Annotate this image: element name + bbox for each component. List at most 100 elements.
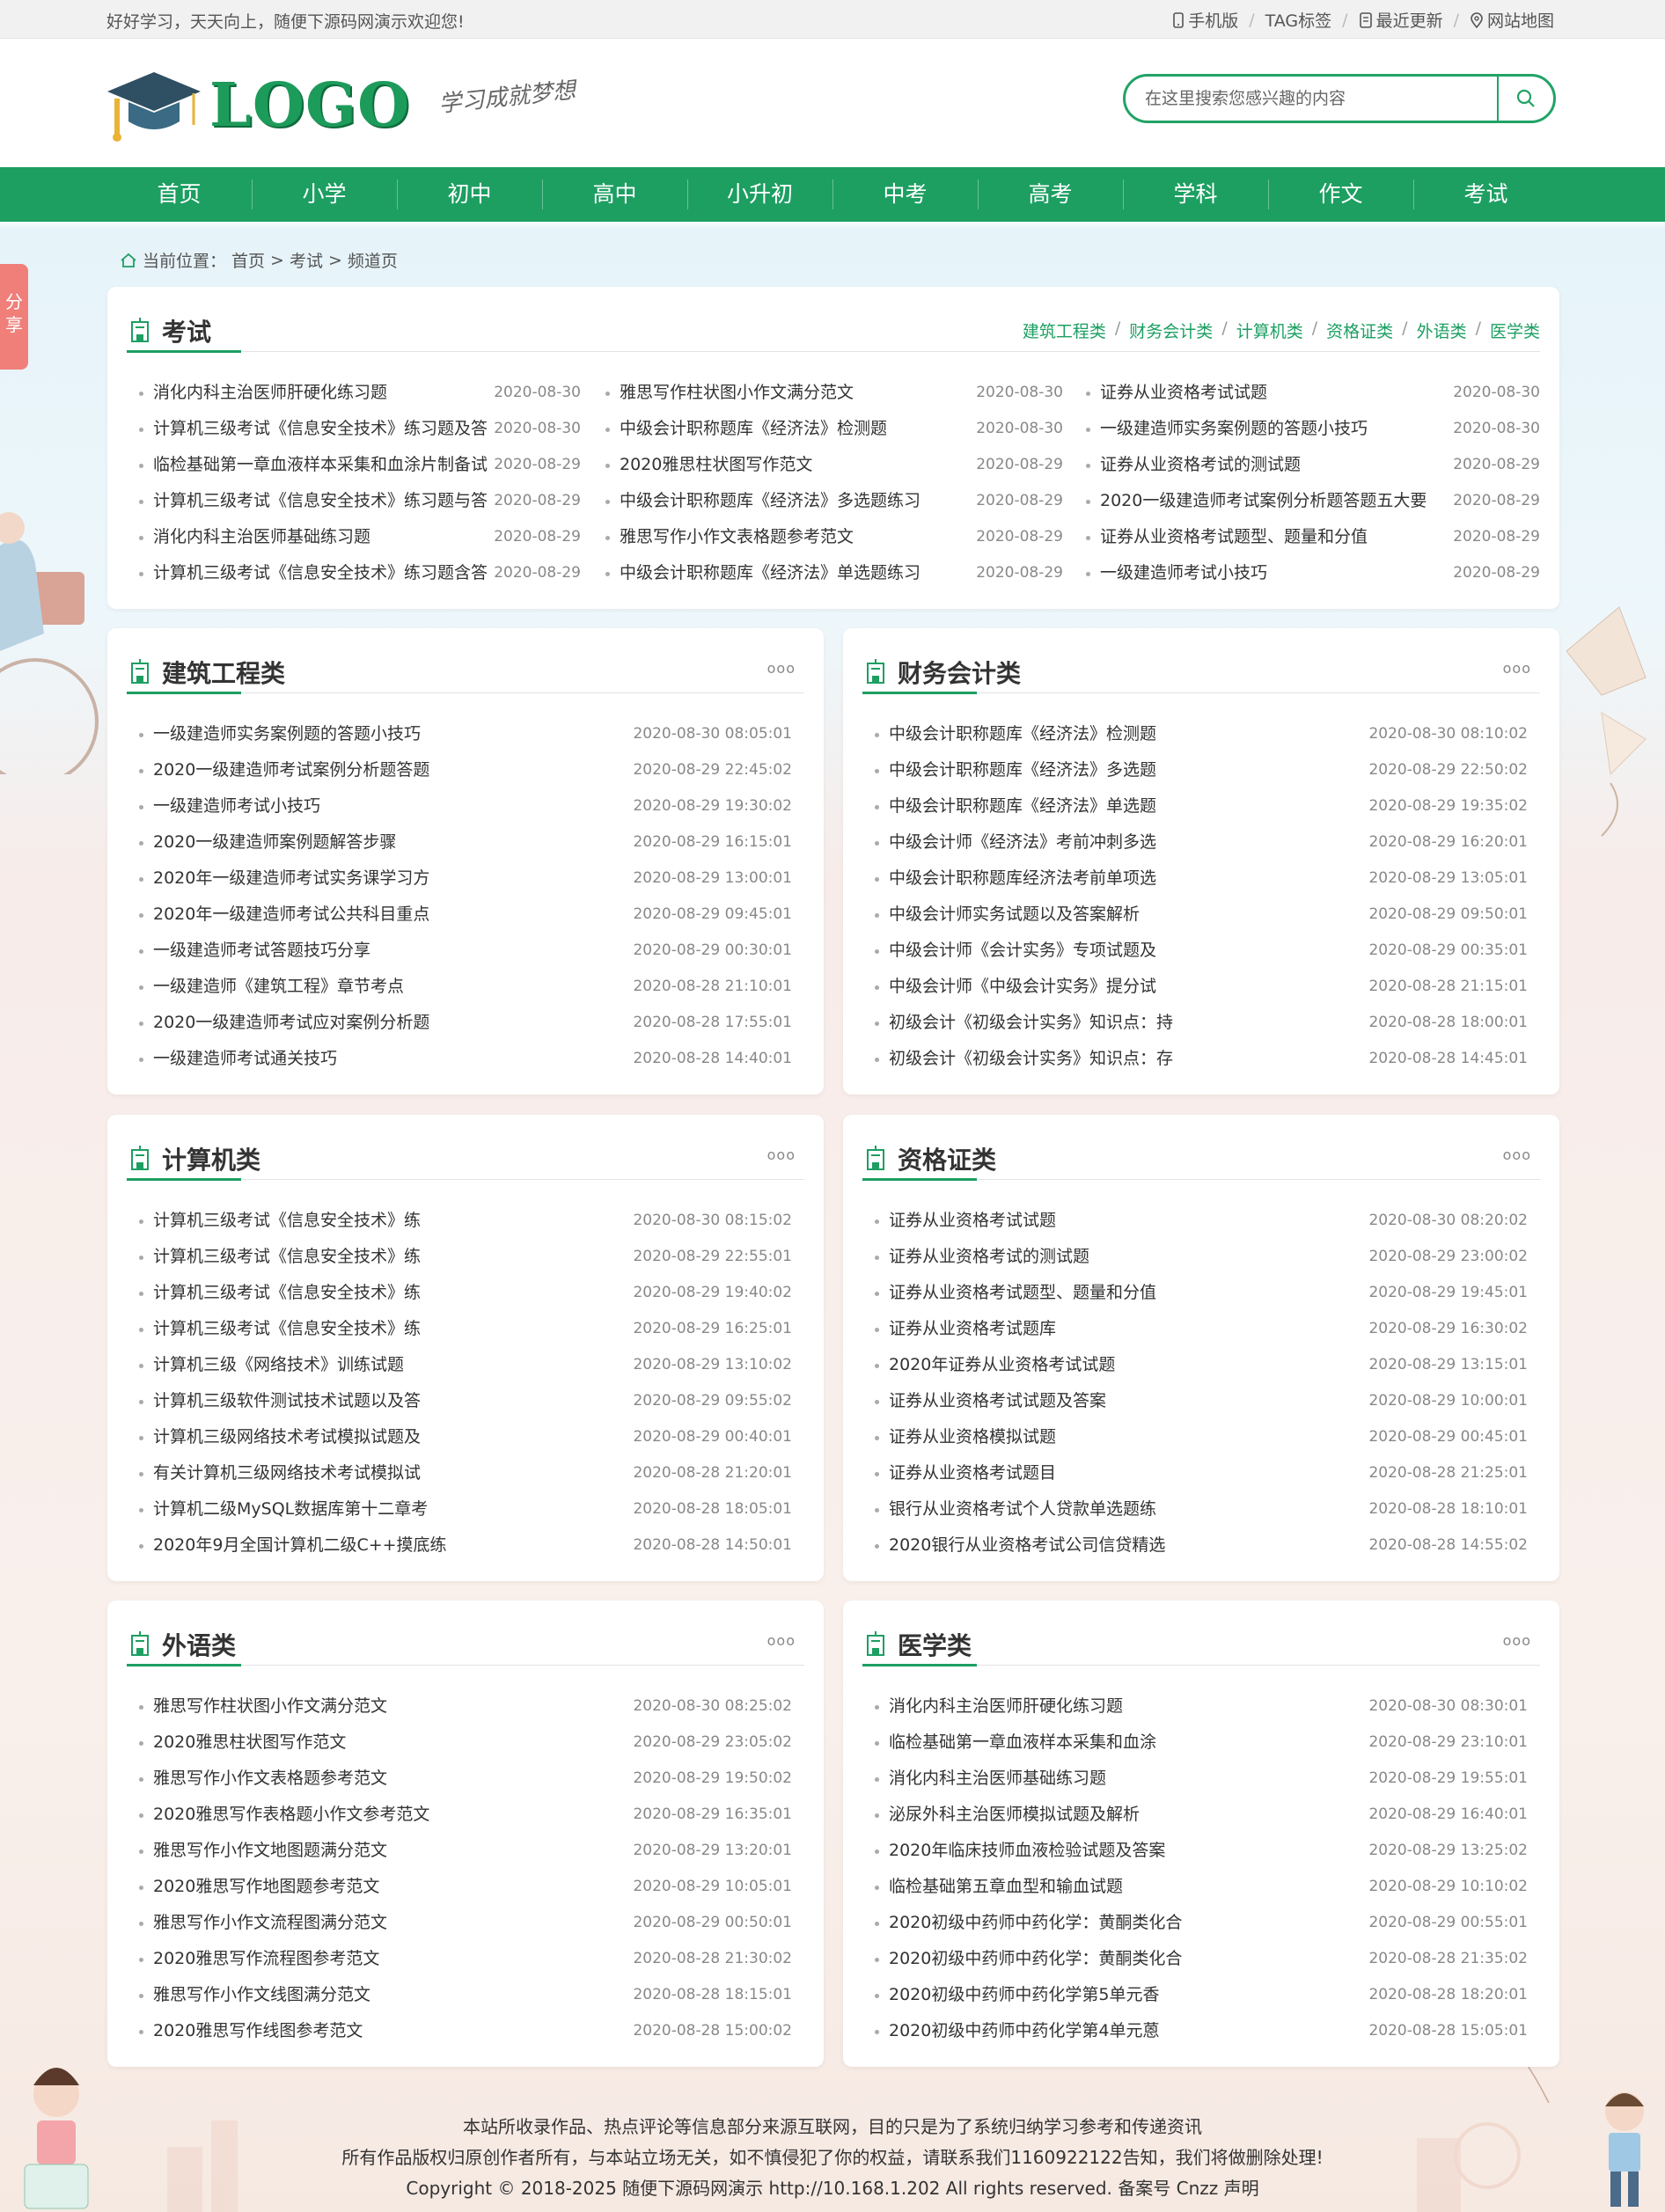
list-item[interactable]: 2020年一级建造师考试公共科目重点 2020-08-29 09:45:01 xyxy=(139,897,792,933)
list-item[interactable]: 计算机三级考试《信息安全技术》练 2020-08-29 22:55:01 xyxy=(139,1239,792,1275)
list-item[interactable]: 计算机二级MySQL数据库第十二章考 2020-08-28 18:05:01 xyxy=(139,1491,792,1527)
subcat-certification[interactable]: 资格证类 xyxy=(1326,319,1393,342)
list-item[interactable]: 2020一级建造师考试应对案例分析题 2020-08-28 17:55:01 xyxy=(139,1005,792,1041)
list-item[interactable]: 有关计算机三级网络技术考试模拟试 2020-08-28 21:20:01 xyxy=(139,1455,792,1491)
list-item-title[interactable]: 有关计算机三级网络技术考试模拟试 xyxy=(153,1455,421,1491)
list-item[interactable]: 2020年9月全国计算机二级C++摸底练 2020-08-28 14:50:01 xyxy=(139,1527,792,1564)
box-title[interactable]: 建筑工程类 xyxy=(162,655,285,690)
list-item[interactable]: 中级会计师《中级会计实务》提分试 2020-08-28 21:15:01 xyxy=(875,969,1528,1005)
list-item[interactable]: 计算机三级考试《信息安全技术》练 2020-08-29 19:40:02 xyxy=(139,1275,792,1311)
list-item-title[interactable]: 中级会计师《中级会计实务》提分试 xyxy=(889,969,1156,1005)
list-item[interactable]: 证券从业资格考试题型、题量和分值 2020-08-29 19:45:01 xyxy=(875,1275,1528,1311)
list-item-title[interactable]: 计算机三级考试《信息安全技术》练习题含答 xyxy=(153,555,488,591)
list-item[interactable]: 一级建造师考试通关技巧 2020-08-28 14:40:01 xyxy=(139,1041,792,1077)
box-title[interactable]: 资格证类 xyxy=(898,1141,996,1176)
more-button[interactable]: ooo xyxy=(767,660,796,677)
tag-link[interactable]: TAG标签 xyxy=(1265,8,1332,32)
list-item-title[interactable]: 计算机三级网络技术考试模拟试题及 xyxy=(153,1419,421,1455)
list-item-title[interactable]: 消化内科主治医师基础练习题 xyxy=(153,519,370,555)
list-item-title[interactable]: 2020一级建造师考试案例分析题答题 xyxy=(153,752,429,788)
list-item-title[interactable]: 2020雅思写作地图题参考范文 xyxy=(153,1869,379,1905)
list-item-title[interactable]: 中级会计职称题库《经济法》检测题 xyxy=(620,411,887,447)
search-input[interactable] xyxy=(1126,77,1499,121)
box-title[interactable]: 计算机类 xyxy=(162,1141,260,1176)
list-item-title[interactable]: 初级会计《初级会计实务》知识点：持 xyxy=(889,1005,1173,1041)
list-item[interactable]: 中级会计职称题库《经济法》单选题练习 2020-08-29 xyxy=(605,555,1063,591)
list-item[interactable]: 一级建造师实务案例题的答题小技巧 2020-08-30 xyxy=(1086,411,1540,447)
list-item[interactable]: 证券从业资格考试的测试题 2020-08-29 xyxy=(1086,447,1540,483)
subcat-language[interactable]: 外语类 xyxy=(1417,319,1467,342)
box-title[interactable]: 外语类 xyxy=(162,1627,236,1662)
list-item-title[interactable]: 2020一级建造师案例题解答步骤 xyxy=(153,824,396,861)
subcat-computer[interactable]: 计算机类 xyxy=(1236,319,1303,342)
list-item[interactable]: 中级会计职称题库《经济法》多选题练习 2020-08-29 xyxy=(605,483,1063,519)
breadcrumb-exam[interactable]: 考试 xyxy=(290,248,323,272)
nav-item-subjects[interactable]: 学科 xyxy=(1123,167,1268,222)
list-item[interactable]: 雅思写作小作文地图题满分范文 2020-08-29 13:20:01 xyxy=(139,1833,792,1869)
list-item-title[interactable]: 2020雅思写作表格题小作文参考范文 xyxy=(153,1797,429,1833)
list-item-title[interactable]: 中级会计师实务试题以及答案解析 xyxy=(889,897,1140,933)
list-item[interactable]: 雅思写作小作文线图满分范文 2020-08-28 18:15:01 xyxy=(139,1977,792,2013)
list-item-title[interactable]: 证券从业资格模拟试题 xyxy=(889,1419,1056,1455)
list-item[interactable]: 2020初级中药师中药化学第4单元蒽 2020-08-28 15:05:01 xyxy=(875,2013,1528,2049)
list-item[interactable]: 证券从业资格考试题型、题量和分值 2020-08-29 xyxy=(1086,519,1540,555)
list-item-title[interactable]: 证券从业资格考试的测试题 xyxy=(889,1239,1089,1275)
list-item-title[interactable]: 一级建造师考试答题技巧分享 xyxy=(153,933,370,969)
list-item[interactable]: 雅思写作小作文表格题参考范文 2020-08-29 xyxy=(605,519,1063,555)
list-item-title[interactable]: 中级会计职称题库《经济法》单选题 xyxy=(889,788,1156,824)
list-item-title[interactable]: 消化内科主治医师肝硬化练习题 xyxy=(153,375,387,411)
list-item[interactable]: 计算机三级软件测试技术试题以及答 2020-08-29 09:55:02 xyxy=(139,1383,792,1419)
list-item-title[interactable]: 计算机三级《网络技术》训练试题 xyxy=(153,1347,404,1383)
list-item-title[interactable]: 2020年9月全国计算机二级C++摸底练 xyxy=(153,1527,447,1564)
list-item[interactable]: 2020初级中药师中药化学第5单元香 2020-08-28 18:20:01 xyxy=(875,1977,1528,2013)
list-item-title[interactable]: 雅思写作小作文流程图满分范文 xyxy=(153,1905,387,1941)
list-item[interactable]: 初级会计《初级会计实务》知识点：存 2020-08-28 14:45:01 xyxy=(875,1041,1528,1077)
list-item[interactable]: 2020雅思写作流程图参考范文 2020-08-28 21:30:02 xyxy=(139,1941,792,1977)
list-item[interactable]: 中级会计职称题库《经济法》单选题 2020-08-29 19:35:02 xyxy=(875,788,1528,824)
list-item[interactable]: 证券从业资格考试试题 2020-08-30 xyxy=(1086,375,1540,411)
list-item[interactable]: 中级会计职称题库《经济法》检测题 2020-08-30 xyxy=(605,411,1063,447)
list-item[interactable]: 计算机三级《网络技术》训练试题 2020-08-29 13:10:02 xyxy=(139,1347,792,1383)
list-item-title[interactable]: 证券从业资格考试试题 xyxy=(1100,375,1267,411)
list-item-title[interactable]: 中级会计师《经济法》考前冲刺多选 xyxy=(889,824,1156,861)
list-item[interactable]: 消化内科主治医师基础练习题 2020-08-29 19:55:01 xyxy=(875,1761,1528,1797)
nav-item-exam[interactable]: 考试 xyxy=(1413,167,1559,222)
list-item-title[interactable]: 计算机三级考试《信息安全技术》练 xyxy=(153,1239,421,1275)
list-item[interactable]: 计算机三级考试《信息安全技术》练习题含答 2020-08-29 xyxy=(139,555,581,591)
list-item[interactable]: 2020雅思写作线图参考范文 2020-08-28 15:00:02 xyxy=(139,2013,792,2049)
list-item-title[interactable]: 2020雅思写作流程图参考范文 xyxy=(153,1941,379,1977)
list-item[interactable]: 一级建造师实务案例题的答题小技巧 2020-08-30 08:05:01 xyxy=(139,716,792,752)
list-item-title[interactable]: 2020一级建造师考试案例分析题答题五大要 xyxy=(1100,483,1427,519)
subcat-accounting[interactable]: 财务会计类 xyxy=(1129,319,1213,342)
box-title[interactable]: 财务会计类 xyxy=(898,655,1021,690)
recent-updates-link[interactable]: 最近更新 xyxy=(1359,8,1443,32)
list-item-title[interactable]: 2020雅思写作线图参考范文 xyxy=(153,2013,363,2049)
more-button[interactable]: ooo xyxy=(767,1146,796,1163)
list-item[interactable]: 2020年证券从业资格考试试题 2020-08-29 13:15:01 xyxy=(875,1347,1528,1383)
list-item[interactable]: 一级建造师《建筑工程》章节考点 2020-08-28 21:10:01 xyxy=(139,969,792,1005)
nav-item-xiaoshengchu[interactable]: 小升初 xyxy=(687,167,832,222)
more-button[interactable]: ooo xyxy=(1503,1632,1531,1649)
list-item-title[interactable]: 消化内科主治医师基础练习题 xyxy=(889,1761,1106,1797)
list-item-title[interactable]: 一级建造师《建筑工程》章节考点 xyxy=(153,969,404,1005)
list-item[interactable]: 计算机三级考试《信息安全技术》练 2020-08-30 08:15:02 xyxy=(139,1203,792,1239)
list-item-title[interactable]: 初级会计《初级会计实务》知识点：存 xyxy=(889,1041,1173,1077)
list-item[interactable]: 2020一级建造师考试案例分析题答题 2020-08-29 22:45:02 xyxy=(139,752,792,788)
nav-item-gaokao[interactable]: 高考 xyxy=(978,167,1123,222)
list-item[interactable]: 2020年一级建造师考试实务课学习方 2020-08-29 13:00:01 xyxy=(139,861,792,897)
list-item-title[interactable]: 证券从业资格考试的测试题 xyxy=(1100,447,1301,483)
list-item[interactable]: 雅思写作小作文流程图满分范文 2020-08-29 00:50:01 xyxy=(139,1905,792,1941)
list-item-title[interactable]: 2020初级中药师中药化学第5单元香 xyxy=(889,1977,1159,2013)
list-item-title[interactable]: 计算机二级MySQL数据库第十二章考 xyxy=(153,1491,428,1527)
list-item-title[interactable]: 雅思写作柱状图小作文满分范文 xyxy=(153,1688,387,1725)
list-item-title[interactable]: 2020银行从业资格考试公司信贷精选 xyxy=(889,1527,1165,1564)
list-item-title[interactable]: 计算机三级考试《信息安全技术》练 xyxy=(153,1203,421,1239)
list-item[interactable]: 2020雅思柱状图写作范文 2020-08-29 23:05:02 xyxy=(139,1725,792,1761)
list-item[interactable]: 中级会计职称题库《经济法》多选题 2020-08-29 22:50:02 xyxy=(875,752,1528,788)
list-item[interactable]: 证券从业资格模拟试题 2020-08-29 00:45:01 xyxy=(875,1419,1528,1455)
list-item[interactable]: 中级会计师《会计实务》专项试题及 2020-08-29 00:35:01 xyxy=(875,933,1528,969)
list-item-title[interactable]: 证券从业资格考试试题 xyxy=(889,1203,1056,1239)
nav-item-home[interactable]: 首页 xyxy=(106,167,252,222)
list-item-title[interactable]: 2020一级建造师考试应对案例分析题 xyxy=(153,1005,429,1041)
nav-item-primary[interactable]: 小学 xyxy=(252,167,397,222)
